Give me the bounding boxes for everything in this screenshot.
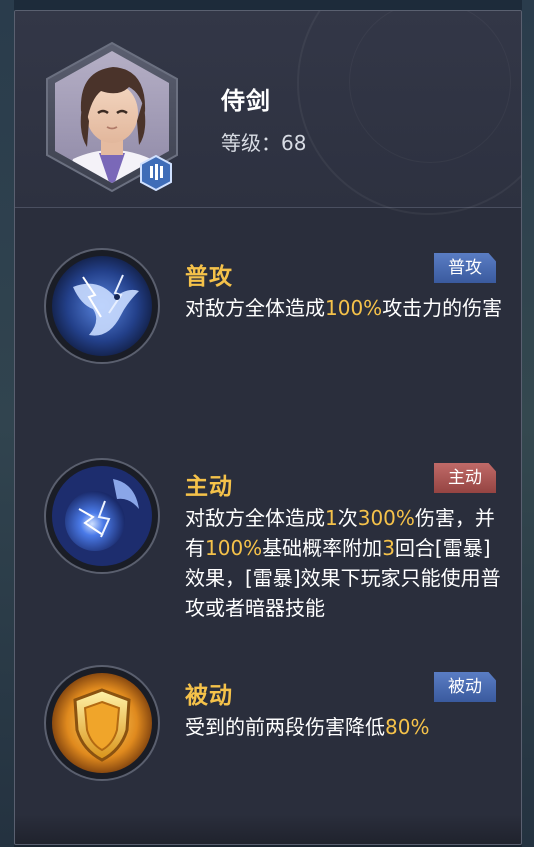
skill-title: 被动 — [185, 683, 233, 709]
skill-description: 对敌方全体造成100%攻击力的伤害 — [185, 296, 503, 320]
skill-title: 普攻 — [185, 264, 233, 290]
lightning-eagle-icon[interactable] — [43, 247, 161, 365]
background-left — [0, 0, 14, 847]
character-header: 侍剑 等级：68 — [15, 11, 521, 215]
golden-shield-icon[interactable] — [43, 664, 161, 782]
character-level: 等级：68 — [221, 131, 307, 155]
background-right — [522, 0, 534, 847]
skill-description: 对敌方全体造成1次300%伤害，并有100%基础概率附加3回合[雷暴]效果，[雷… — [185, 506, 501, 620]
skill-info-panel: 侍剑 等级：68 普攻 普攻 对敌方全体造成100%攻击力的伤害 主动 主动 对… — [14, 10, 522, 845]
class-emblem-icon — [140, 155, 172, 191]
panel-footer — [15, 814, 521, 844]
avatar[interactable] — [43, 41, 181, 193]
character-name: 侍剑 — [221, 87, 271, 115]
skill-type-badge: 普攻 — [434, 253, 496, 283]
skill-title: 主动 — [185, 474, 233, 500]
lightning-orb-icon[interactable] — [43, 457, 161, 575]
skill-type-badge: 被动 — [434, 672, 496, 702]
skill-type-badge: 主动 — [434, 463, 496, 493]
skill-description: 受到的前两段伤害降低80% — [185, 715, 430, 739]
